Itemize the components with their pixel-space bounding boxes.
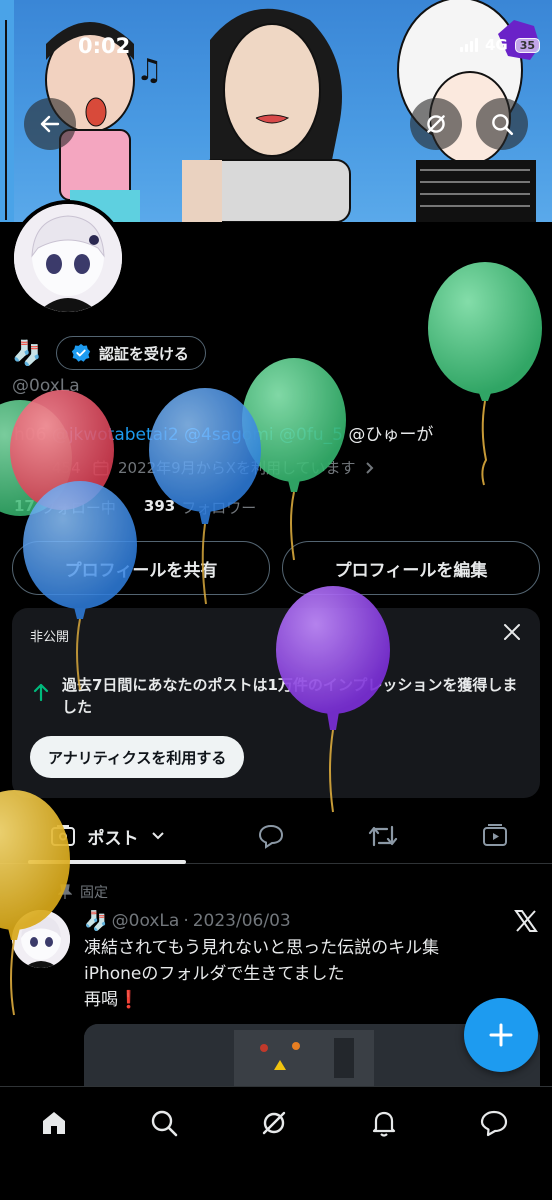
use-analytics-button[interactable]: アナリティクスを利用する [30,736,245,778]
bio-prefix: h06 [14,425,47,445]
posts-icon [50,825,75,846]
follow-counts: 17 フォロー中 393 フォロワー [14,497,256,518]
tab-posts[interactable]: ポスト [28,808,186,864]
messages-icon [480,1110,508,1137]
x-logo-icon [514,910,538,932]
tab-reposts[interactable] [358,808,408,864]
following-count[interactable]: 17 [14,497,35,518]
analytics-card: 非公開 過去7日間にあなたのポストは1万件のインプレッションを獲得しました アナ… [12,608,540,798]
pin-icon [58,884,72,899]
home-icon [43,1112,65,1134]
post-handle[interactable]: @0oxLa [112,911,180,931]
analytics-message: 過去7日間にあなたのポストは1万件のインプレッションを獲得しました [62,676,518,716]
post-sock-emoji-icon: 🧦 [84,910,108,932]
search-icon [492,114,514,136]
post-text-line-1: 凍結されてもう見れないと思った伝説のキル集 [84,938,440,958]
share-profile-button[interactable]: プロフィールを共有 [12,541,270,595]
svg-text:♫: ♫ [136,53,163,88]
chevron-right-icon [365,461,373,474]
close-card-button[interactable] [502,622,522,646]
nav-grok-icon [262,1111,286,1135]
post-text[interactable]: 凍結されてもう見れないと思った伝説のキル集 iPhoneのフォルダで生きてました… [84,935,439,1013]
nav-home[interactable] [34,1103,74,1143]
profile-tabs: ポスト [0,808,552,864]
sock-emoji-icon: 🧦 [12,339,42,367]
grok-icon [427,115,445,133]
balloon-red [10,390,114,510]
nav-messages[interactable] [474,1103,514,1143]
post-header: 🧦 @0oxLa · 2023/06/03 [84,909,291,932]
network-label: 4G [484,36,508,54]
chevron-down-icon [151,832,164,840]
plus-icon [489,1023,513,1047]
up-arrow-icon [33,683,49,702]
balloon-green-right [428,262,542,486]
nav-search-icon [151,1110,178,1137]
verified-badge-icon [71,343,91,362]
following-label[interactable]: フォロー中 [41,497,116,518]
status-time: 0:02 [78,34,131,58]
bio-mention-1[interactable]: @jkwotabetai2 [52,425,179,445]
pinned-label: 固定 [80,885,108,901]
calendar-icon [93,460,109,475]
avatar-image [14,204,122,312]
joined-date-row[interactable]: 454 2022年9月からXを利用しています [52,457,376,478]
back-arrow-icon [40,115,60,133]
active-tab-indicator [28,860,186,864]
post-separator: · [183,910,189,931]
bio-lead: 454 [52,458,81,477]
profile-banner[interactable]: ♫ 0:02 4G 35 [0,0,552,222]
back-button[interactable] [24,98,76,150]
pinned-indicator: 固定 [58,882,108,902]
private-label: 非公開 [30,630,70,645]
notifications-icon [372,1111,396,1137]
nav-grok[interactable] [254,1103,294,1143]
reply-icon [258,824,284,849]
post-text-line-3: 再喝❗️ [84,990,140,1010]
status-indicators: 4G 35 [459,36,540,54]
profile-handle: @0oxLa [12,376,80,396]
compose-button[interactable] [464,998,538,1072]
tab-replies[interactable] [246,808,296,864]
grok-button[interactable] [410,98,462,150]
post-date[interactable]: 2023/06/03 [193,911,291,931]
media-icon [483,824,507,846]
nav-notifications[interactable] [364,1103,404,1143]
followers-count[interactable]: 393 [144,497,175,518]
tab-posts-label: ポスト [87,828,139,849]
post-text-line-2: iPhoneのフォルダで生きてました [84,964,345,984]
get-verified-label: 認証を受ける [98,344,189,363]
profile-badge-row: 🧦 認証を受ける [12,336,206,370]
bio-mention-3[interactable]: @0fu_5 [279,425,343,445]
search-button[interactable] [476,98,528,150]
joined-date: 2022年9月からXを利用しています [118,459,356,477]
followers-label[interactable]: フォロワー [181,497,256,518]
bio-mention-2[interactable]: @4sagomi [184,425,274,445]
get-verified-button[interactable]: 認証を受ける [55,336,206,370]
profile-avatar[interactable] [10,200,126,316]
post-avatar-image [12,910,70,968]
repost-icon [368,825,398,847]
edit-profile-button[interactable]: プロフィールを編集 [282,541,540,595]
nav-search[interactable] [144,1103,184,1143]
close-icon [504,624,520,640]
post-avatar[interactable] [12,910,70,968]
signal-icon [459,38,478,52]
bio-suffix: @ひゅーが [348,425,434,445]
battery-indicator: 35 [514,37,540,53]
profile-bio: h06 @jkwotabetai2 @4sagomi @0fu_5 @ひゅーが [14,420,433,445]
bottom-navigation [0,1086,552,1200]
tab-media[interactable] [470,808,520,864]
